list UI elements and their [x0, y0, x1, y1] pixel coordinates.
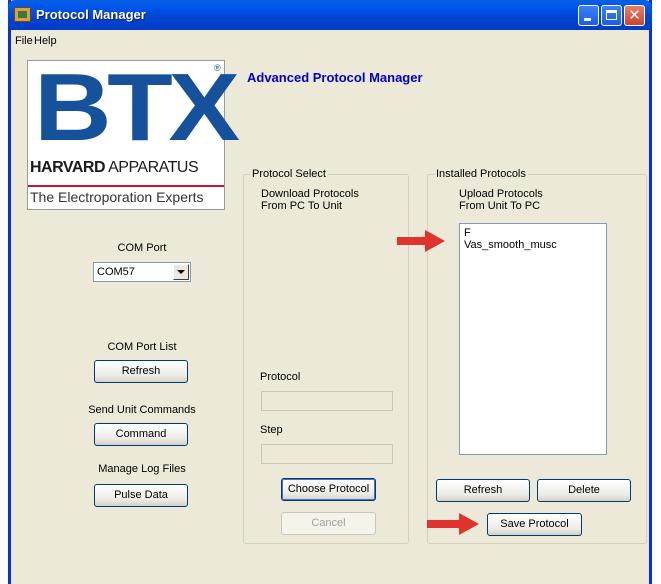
delete-button[interactable]: Delete	[537, 479, 631, 502]
installed-refresh-button[interactable]: Refresh	[436, 479, 530, 502]
list-item[interactable]: Vas_smooth_musc	[464, 239, 557, 251]
protocol-manager-window: Protocol Manager ✕ File Help BTX ® HARVA…	[8, 0, 652, 584]
close-button[interactable]: ✕	[624, 5, 645, 26]
right-arrow-icon	[427, 513, 479, 535]
step-label: Step	[260, 424, 283, 436]
send-unit-commands-label: Send Unit Commands	[88, 404, 196, 416]
minimize-button[interactable]	[578, 5, 599, 26]
menu-bar: File Help	[11, 32, 649, 50]
btx-harvard-logo: BTX ® HARVARD APPARATUS The Electroporat…	[27, 59, 240, 210]
from-pc-to-unit-text: From PC To Unit	[261, 200, 343, 212]
logo-divider	[28, 185, 224, 187]
app-icon	[14, 7, 31, 22]
menu-file[interactable]: File	[15, 35, 33, 47]
com-refresh-button[interactable]: Refresh	[94, 360, 188, 383]
com-port-list-label: COM Port List	[107, 341, 177, 353]
download-protocols-text: Download Protocols	[261, 188, 359, 200]
step-field[interactable]	[261, 444, 393, 464]
logo-btx-text: BTX	[34, 54, 240, 161]
choose-protocol-button[interactable]: Choose Protocol	[281, 478, 376, 501]
protocol-select-title: Protocol Select	[250, 168, 328, 180]
chevron-down-icon[interactable]	[173, 264, 189, 280]
installed-protocols-title: Installed Protocols	[434, 168, 528, 180]
com-port-label: COM Port	[117, 242, 167, 254]
menu-help[interactable]: Help	[34, 35, 57, 47]
com-port-select[interactable]: COM57	[93, 262, 191, 282]
installed-protocols-list[interactable]: F Vas_smooth_musc	[459, 223, 607, 455]
app-heading: Advanced Protocol Manager	[247, 70, 423, 85]
logo-harvard-apparatus: HARVARD APPARATUS	[30, 159, 199, 176]
logo-registered-mark: ®	[214, 63, 221, 73]
right-arrow-icon	[397, 230, 445, 252]
manage-log-files-label: Manage Log Files	[98, 463, 186, 475]
upload-protocols-text: Upload Protocols	[459, 188, 543, 200]
title-bar[interactable]: Protocol Manager ✕	[8, 0, 652, 30]
logo-tagline: The Electroporation Experts	[30, 189, 204, 205]
close-icon: ✕	[628, 6, 641, 24]
save-protocol-button[interactable]: Save Protocol	[487, 513, 582, 536]
command-button[interactable]: Command	[94, 423, 188, 446]
list-item[interactable]: F	[464, 227, 471, 239]
com-port-value: COM57	[97, 266, 135, 278]
window-title: Protocol Manager	[36, 7, 146, 22]
maximize-button[interactable]	[601, 5, 622, 26]
cancel-button[interactable]: Cancel	[281, 512, 376, 535]
protocol-field[interactable]	[261, 391, 393, 411]
from-unit-to-pc-text: From Unit To PC	[459, 200, 541, 212]
pulse-data-button[interactable]: Pulse Data	[94, 484, 188, 507]
protocol-label: Protocol	[260, 371, 301, 383]
